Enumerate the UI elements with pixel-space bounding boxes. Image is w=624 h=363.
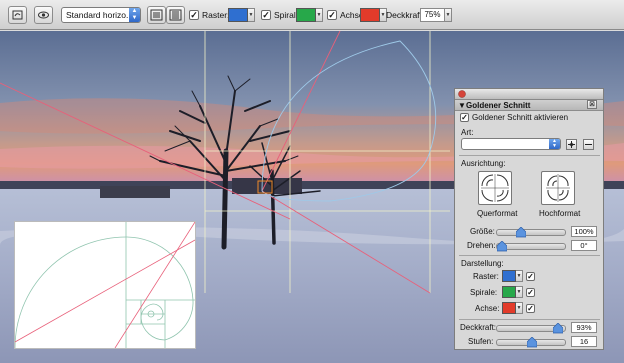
preset-select-value: Standard horizo... [66,10,134,20]
layout-left-icon [150,9,163,21]
hochformat-button[interactable] [541,171,575,205]
panel-achse-dropdown[interactable]: ▼ [516,302,523,314]
querformat-button[interactable] [478,171,512,205]
panel-header[interactable]: ▼ Goldener Schnitt ⊠ [455,100,603,111]
achse-color-swatch[interactable] [360,8,380,22]
collapse-triangle-icon[interactable]: ▼ [458,101,466,110]
panel-deckkraft-label: Deckkraft: [460,323,497,332]
close-icon[interactable] [458,90,466,98]
panel-raster-label: Raster: [473,272,499,281]
deckkraft-dropdown[interactable]: ▼ [445,8,452,22]
groesse-input[interactable]: 100% [571,226,597,237]
panel-achse-swatch[interactable] [502,302,516,314]
minus-icon [585,144,592,145]
golden-cut-panel: ▼ Goldener Schnitt ⊠ ✓ Goldener Schnitt … [454,88,604,350]
stufen-label: Stufen: [468,337,494,346]
spirale-checkbox[interactable]: ✓ [261,10,271,20]
panel-spirale-label: Spirale: [470,288,498,297]
slider-knob-icon[interactable] [497,241,507,252]
raster-label: Raster: [202,10,230,20]
activate-label: Goldener Schnitt aktivieren [472,113,569,122]
slider-knob-icon[interactable] [516,227,527,238]
deckkraft-slider[interactable] [496,323,566,334]
querformat-label: Querformat [477,209,518,218]
select-arrows-icon: ▲ ▼ [129,8,140,22]
divider [459,155,600,156]
drehen-label: Drehen: [467,241,496,250]
divider [459,319,600,320]
spirale-color-swatch[interactable] [296,8,316,22]
panel-achse-label: Achse: [475,304,500,313]
view-toggle-button[interactable] [34,6,53,24]
crop-tool-button[interactable] [8,6,27,24]
achse-checkbox[interactable]: ✓ [327,10,337,20]
crop-icon [12,10,23,20]
layout-right-icon [169,9,182,21]
slider-knob-icon[interactable] [527,337,537,348]
divider [459,255,600,256]
art-label: Art: [461,128,474,137]
golden-spiral-diagram [14,221,196,349]
raster-color-swatch[interactable] [228,8,248,22]
eye-icon [38,11,49,19]
deckkraft-label: Deckkraft: [386,10,425,20]
art-select[interactable]: ▲ ▼ [461,138,561,150]
panel-spirale-swatch[interactable] [502,286,516,298]
panel-raster-swatch[interactable] [502,270,516,282]
panel-spirale-dropdown[interactable]: ▼ [516,286,523,298]
slider-knob-icon[interactable] [552,323,563,334]
darstellung-label: Darstellung: [461,259,504,268]
raster-checkbox[interactable]: ✓ [189,10,199,20]
spiral-portrait-icon [546,174,570,202]
panel-deckkraft-input[interactable]: 93% [571,322,597,333]
toolbar: Standard horizo... ▲ ▼ ✓ Raster: ▼ ✓ Spir… [0,0,624,30]
preset-select[interactable]: Standard horizo... ▲ ▼ [61,7,141,23]
remove-preset-button[interactable] [583,139,594,150]
add-preset-button[interactable] [566,139,577,150]
panel-title: Goldener Schnitt [466,101,531,110]
hochformat-label: Hochformat [539,209,581,218]
groesse-label: Größe: [470,227,495,236]
panel-menu-icon[interactable]: ⊠ [587,100,597,109]
activate-checkbox[interactable]: ✓ [460,113,469,122]
panel-raster-dropdown[interactable]: ▼ [516,270,523,282]
panel-achse-checkbox[interactable]: ✓ [526,304,535,313]
drehen-input[interactable]: 0° [571,240,597,251]
drehen-slider[interactable] [496,241,566,252]
spiral-landscape-icon [481,174,509,202]
panel-spirale-checkbox[interactable]: ✓ [526,288,535,297]
ausrichtung-label: Ausrichtung: [461,159,506,168]
panel-raster-checkbox[interactable]: ✓ [526,272,535,281]
panel-titlebar[interactable] [455,89,603,100]
align-right-button[interactable] [166,6,185,24]
stufen-input[interactable]: 16 [571,336,597,347]
plus-icon [568,141,575,148]
groesse-slider[interactable] [496,227,566,238]
spirale-color-dropdown[interactable]: ▼ [316,8,323,22]
stufen-slider[interactable] [496,337,566,348]
deckkraft-input[interactable]: 75% [420,8,445,22]
art-select-arrows-icon: ▲ ▼ [549,139,560,149]
align-left-button[interactable] [147,6,166,24]
golden-spiral-preview [14,221,196,349]
raster-color-dropdown[interactable]: ▼ [248,8,255,22]
